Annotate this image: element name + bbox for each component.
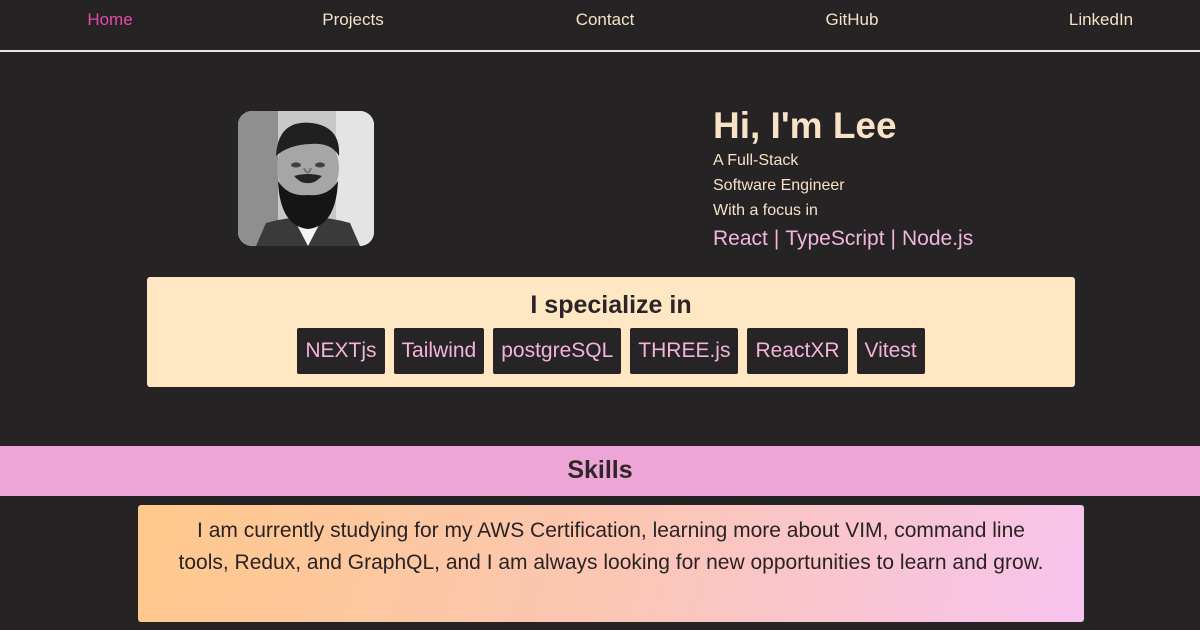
top-navigation: Home Projects Contact GitHub LinkedIn — [0, 0, 1200, 52]
hero-role-line-1: A Full-Stack — [713, 152, 799, 169]
badge-tailwind: Tailwind — [393, 328, 485, 374]
nav-linkedin[interactable]: LinkedIn — [1011, 10, 1191, 30]
focus-typescript: TypeScript — [785, 227, 885, 250]
hero-greeting: Hi, I'm Lee — [713, 105, 897, 146]
specialization-title: I specialize in — [530, 291, 692, 319]
focus-react: React — [713, 227, 768, 250]
badge-nextjs: NEXTjs — [297, 328, 385, 374]
nav-contact[interactable]: Contact — [515, 10, 695, 30]
avatar — [238, 111, 374, 246]
badge-reactxr: ReactXR — [747, 328, 848, 374]
nav-github[interactable]: GitHub — [762, 10, 942, 30]
skills-description: I am currently studying for my AWS Certi… — [178, 519, 1044, 574]
focus-nodejs: Node.js — [902, 227, 974, 250]
specialization-badges: NEXTjs Tailwind postgreSQL THREE.js Reac… — [147, 328, 1075, 374]
focus-separator: | — [773, 227, 780, 250]
badge-vitest: Vitest — [856, 328, 925, 374]
hero-introduction: Hi, I'm Lee A Full-Stack Software Engine… — [713, 104, 1143, 252]
badge-postgresql: postgreSQL — [493, 328, 622, 374]
portfolio-page: Home Projects Contact GitHub LinkedIn Hi… — [0, 0, 1200, 630]
focus-separator: | — [890, 227, 897, 250]
hero-focus-intro: With a focus in — [713, 202, 818, 219]
skills-header-bar: Skills — [0, 446, 1200, 496]
skills-description-card: I am currently studying for my AWS Certi… — [138, 505, 1084, 622]
badge-threejs: THREE.js — [630, 328, 739, 374]
skills-title: Skills — [567, 456, 633, 484]
specialization-card: I specialize in NEXTjs Tailwind postgreS… — [147, 277, 1075, 387]
nav-projects[interactable]: Projects — [263, 10, 443, 30]
hero-focus-technologies: React | TypeScript | Node.js — [713, 225, 1143, 252]
nav-home[interactable]: Home — [20, 10, 200, 30]
profile-photo-icon — [238, 111, 374, 246]
hero-role-line-2: Software Engineer — [713, 177, 845, 194]
